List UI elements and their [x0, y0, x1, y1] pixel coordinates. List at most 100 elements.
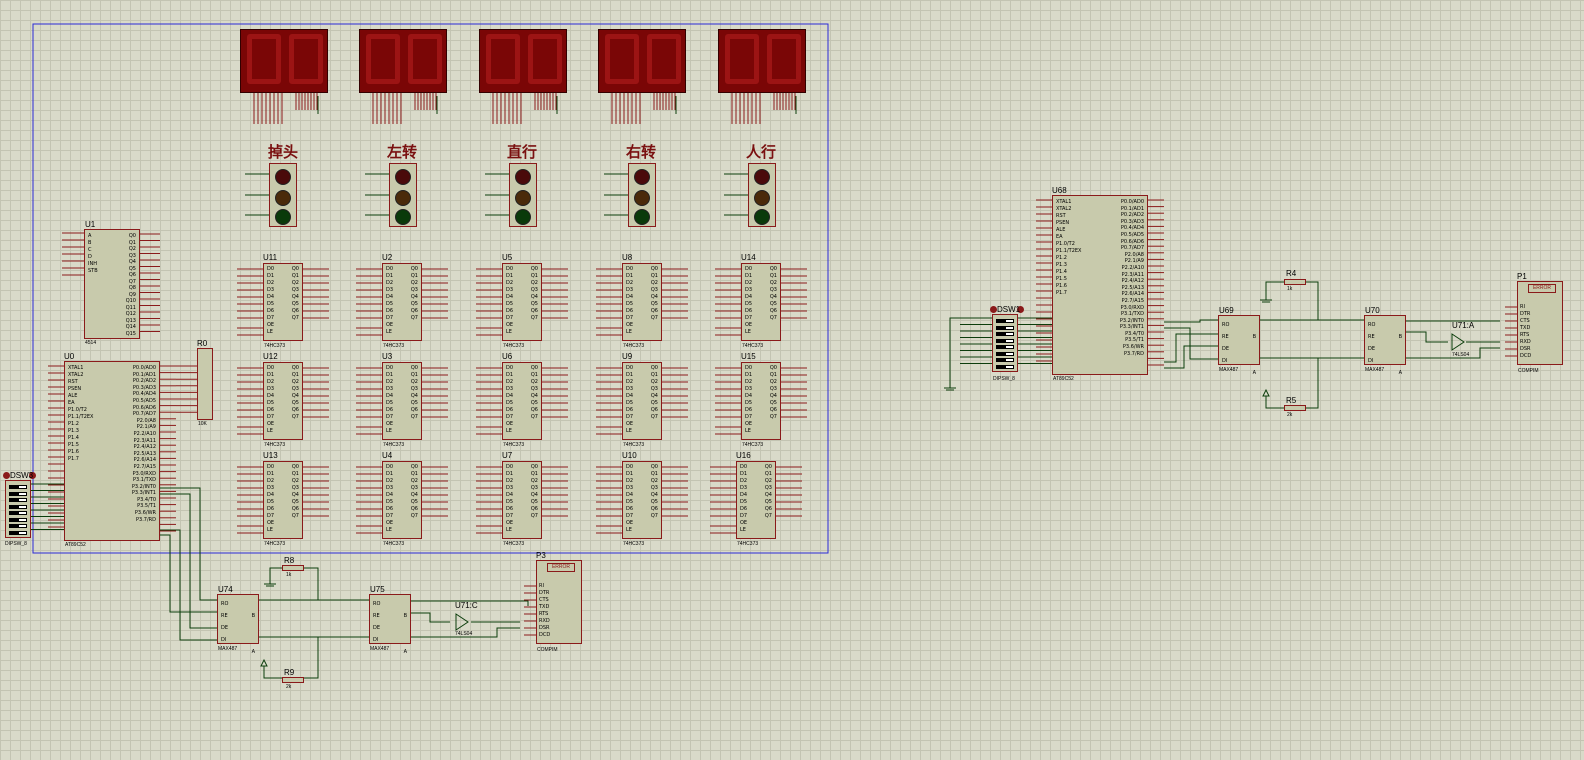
seven-segment-display — [479, 29, 567, 93]
latch-74hc373[interactable]: D0 D1 D2 D3 D4 D5 D6 D7 OE LE Q0 Q1 Q2 Q3 Q4 Q5 Q6 Q7 — [502, 263, 542, 341]
latch-74hc373[interactable]: D0 D1 D2 D3 D4 D5 D6 D7 OE LE Q0 Q1 Q2 Q3 Q4 Q5 Q6 Q7 — [382, 362, 422, 440]
r8-wire — [269, 567, 282, 578]
u74-type: MAX487 — [218, 646, 238, 652]
dip-switch-dsw1[interactable] — [992, 314, 1018, 372]
dip-toggle[interactable] — [9, 491, 27, 496]
dip-toggle[interactable] — [9, 530, 27, 535]
seven-segment-display — [359, 29, 447, 93]
latch-input-pins: D0 D1 D2 D3 D4 D5 D6 D7 OE LE — [506, 365, 514, 434]
latch-74hc373[interactable]: D0 D1 D2 D3 D4 D5 D6 D7 OE LE Q0 Q1 Q2 Q3 Q4 Q5 Q6 Q7 — [382, 263, 422, 341]
dip-toggle[interactable] — [9, 485, 27, 489]
compim-pin-list: RI DTR CTS TXD RTS RXD DSR DCD — [539, 583, 551, 638]
traffic-light[interactable] — [269, 163, 297, 227]
label-straight: 直行 — [507, 143, 538, 161]
r4-value: 1k — [1287, 286, 1293, 292]
u69-ref: U69 — [1219, 306, 1234, 315]
u1-type: 4514 — [85, 340, 97, 346]
latch-ref: U14 — [741, 253, 756, 262]
latch-74hc373[interactable]: D0 D1 D2 D3 D4 D5 D6 D7 OE LE Q0 Q1 Q2 Q3 Q4 Q5 Q6 Q7 — [263, 263, 303, 341]
latch-output-pins: Q0 Q1 Q2 Q3 Q4 Q5 Q6 Q7 — [769, 365, 777, 420]
dip-toggle[interactable] — [9, 498, 27, 502]
latch-type: 74HC373 — [503, 343, 525, 349]
latch-74hc373[interactable]: D0 D1 D2 D3 D4 D5 D6 D7 OE LE Q0 Q1 Q2 Q3 Q4 Q5 Q6 Q7 — [622, 263, 662, 341]
inv-in — [411, 612, 450, 623]
dip-toggle[interactable] — [996, 351, 1014, 356]
uart-tx — [160, 493, 217, 629]
dip-toggle[interactable] — [996, 319, 1014, 323]
ctrl — [1164, 333, 1218, 363]
resistor-r9[interactable] — [282, 677, 304, 683]
traffic-light[interactable] — [748, 163, 776, 227]
transceiver-u75[interactable]: RO RE DE DI B A — [369, 594, 411, 655]
dip-switch-dsw3[interactable] — [5, 480, 31, 538]
r4-wire — [1265, 281, 1284, 294]
decoder-input-pins: A B C D INH STB — [88, 233, 98, 274]
display-digit — [767, 34, 801, 84]
latch-output-pins: Q0 Q1 Q2 Q3 Q4 Q5 Q6 Q7 — [650, 464, 658, 519]
mcu-left-pins: XTAL1 XTAL2 RST PSEN ALE EA P1.0/T2 P1.1/T2EX P1… — [68, 365, 94, 462]
latch-input-pins: D0 D1 D2 D3 D4 D5 D6 D7 OE LE — [745, 266, 753, 335]
latch-input-pins: D0 D1 D2 D3 D4 D5 D6 D7 OE LE — [626, 365, 634, 434]
latch-74hc373[interactable]: D0 D1 D2 D3 D4 D5 D6 D7 OE LE Q0 Q1 Q2 Q3 Q4 Q5 Q6 Q7 — [741, 263, 781, 341]
latch-74hc373[interactable]: D0 D1 D2 D3 D4 D5 D6 D7 OE LE Q0 Q1 Q2 Q3 Q4 Q5 Q6 Q7 — [502, 461, 542, 539]
latch-74hc373[interactable]: D0 D1 D2 D3 D4 D5 D6 D7 OE LE Q0 Q1 Q2 Q3 Q4 Q5 Q6 Q7 — [263, 461, 303, 539]
resistor-r5[interactable] — [1284, 405, 1306, 411]
resistor-r8[interactable] — [282, 565, 304, 571]
resistor-network-r0[interactable] — [197, 348, 213, 420]
latch-output-pins: Q0 Q1 Q2 Q3 Q4 Q5 Q6 Q7 — [650, 266, 658, 321]
dip-toggle[interactable] — [996, 325, 1014, 330]
dip-toggle[interactable] — [9, 504, 27, 509]
latch-74hc373[interactable]: D0 D1 D2 D3 D4 D5 D6 D7 OE LE Q0 Q1 Q2 Q3 Q4 Q5 Q6 Q7 — [622, 461, 662, 539]
dip-toggle[interactable] — [996, 332, 1014, 336]
display-digit — [289, 34, 323, 84]
traffic-light[interactable] — [628, 163, 656, 227]
display-digit — [725, 34, 759, 84]
mcu-u0[interactable]: XTAL1 XTAL2 RST PSEN ALE EA P1.0/T2 P1.1/T2EX P1… — [64, 361, 160, 541]
dip-toggle[interactable] — [9, 511, 27, 515]
compim-p3[interactable]: ERROR RI DTR CTS TXD RTS RXD DSR DCD — [536, 560, 582, 644]
latch-type: 74HC373 — [737, 541, 759, 547]
dip-toggle[interactable] — [996, 358, 1014, 362]
transceiver-u74[interactable]: RO RE DE DI B A — [217, 594, 259, 655]
schematic-canvas[interactable]: { "schematic": { "signal_labels": ["掉头",… — [0, 0, 1584, 760]
latch-ref: U13 — [263, 451, 278, 460]
mcu-u68[interactable]: XTAL1 XTAL2 RST PSEN ALE EA P1.0/T2 P1.1/T2EX P1… — [1052, 195, 1148, 375]
error-indicator: ERROR — [547, 563, 575, 572]
latch-74hc373[interactable]: D0 D1 D2 D3 D4 D5 D6 D7 OE LE Q0 Q1 Q2 Q3 Q4 Q5 Q6 Q7 — [741, 362, 781, 440]
u70-type: MAX487 — [1365, 367, 1385, 373]
uart-rx — [1164, 319, 1218, 323]
traffic-light[interactable] — [509, 163, 537, 227]
traffic-light[interactable] — [389, 163, 417, 227]
dsw3-ref: DSW3 — [10, 471, 34, 480]
u71c-type: 74LS04 — [455, 631, 473, 637]
display-digit — [647, 34, 681, 84]
transceiver-u69[interactable]: RO RE DE DI B A — [1218, 315, 1260, 376]
display-digit — [247, 34, 281, 84]
dip-toggle[interactable] — [996, 345, 1014, 349]
dip-toggle[interactable] — [9, 524, 27, 528]
latch-ref: U11 — [263, 253, 278, 262]
latch-74hc373[interactable]: D0 D1 D2 D3 D4 D5 D6 D7 OE LE Q0 Q1 Q2 Q3 Q4 Q5 Q6 Q7 — [622, 362, 662, 440]
resistor-r4[interactable] — [1284, 279, 1306, 285]
dip-toggle[interactable] — [996, 338, 1014, 343]
dip-toggle[interactable] — [996, 364, 1014, 369]
latch-74hc373[interactable]: D0 D1 D2 D3 D4 D5 D6 D7 OE LE Q0 Q1 Q2 Q3 Q4 Q5 Q6 Q7 — [502, 362, 542, 440]
latch-ref: U6 — [502, 352, 513, 361]
decoder-4514[interactable]: A B C D INH STB Q0 Q1 Q2 Q3 Q4 Q5 Q6 Q7 Q8 Q9 Q10 Q11 Q12… — [84, 229, 140, 339]
r9-wire — [263, 666, 282, 679]
label-right-turn: 右转 — [626, 143, 657, 161]
transceiver-u70[interactable]: RO RE DE DI B A — [1364, 315, 1406, 376]
latch-74hc373[interactable]: D0 D1 D2 D3 D4 D5 D6 D7 OE LE Q0 Q1 Q2 Q3 Q4 Q5 Q6 Q7 — [263, 362, 303, 440]
u0-type: AT89C52 — [65, 542, 86, 548]
error-indicator: ERROR — [1528, 284, 1556, 293]
latch-output-pins: Q0 Q1 Q2 Q3 Q4 Q5 Q6 Q7 — [291, 266, 299, 321]
dipsw-pin-dot — [3, 472, 10, 479]
latch-74hc373[interactable]: D0 D1 D2 D3 D4 D5 D6 D7 OE LE Q0 Q1 Q2 Q3 Q4 Q5 Q6 Q7 — [382, 461, 422, 539]
compim-p1[interactable]: ERROR RI DTR CTS TXD RTS RXD DSR DCD — [1517, 281, 1563, 365]
r0-ref: R0 — [197, 339, 208, 348]
latch-ref: U15 — [741, 352, 756, 361]
latch-74hc373[interactable]: D0 D1 D2 D3 D4 D5 D6 D7 OE LE Q0 Q1 Q2 Q3 Q4 Q5 Q6 Q7 — [736, 461, 776, 539]
latch-output-pins: Q0 Q1 Q2 Q3 Q4 Q5 Q6 Q7 — [769, 266, 777, 321]
p3-ref: P3 — [536, 551, 546, 560]
dip-toggle[interactable] — [9, 517, 27, 522]
